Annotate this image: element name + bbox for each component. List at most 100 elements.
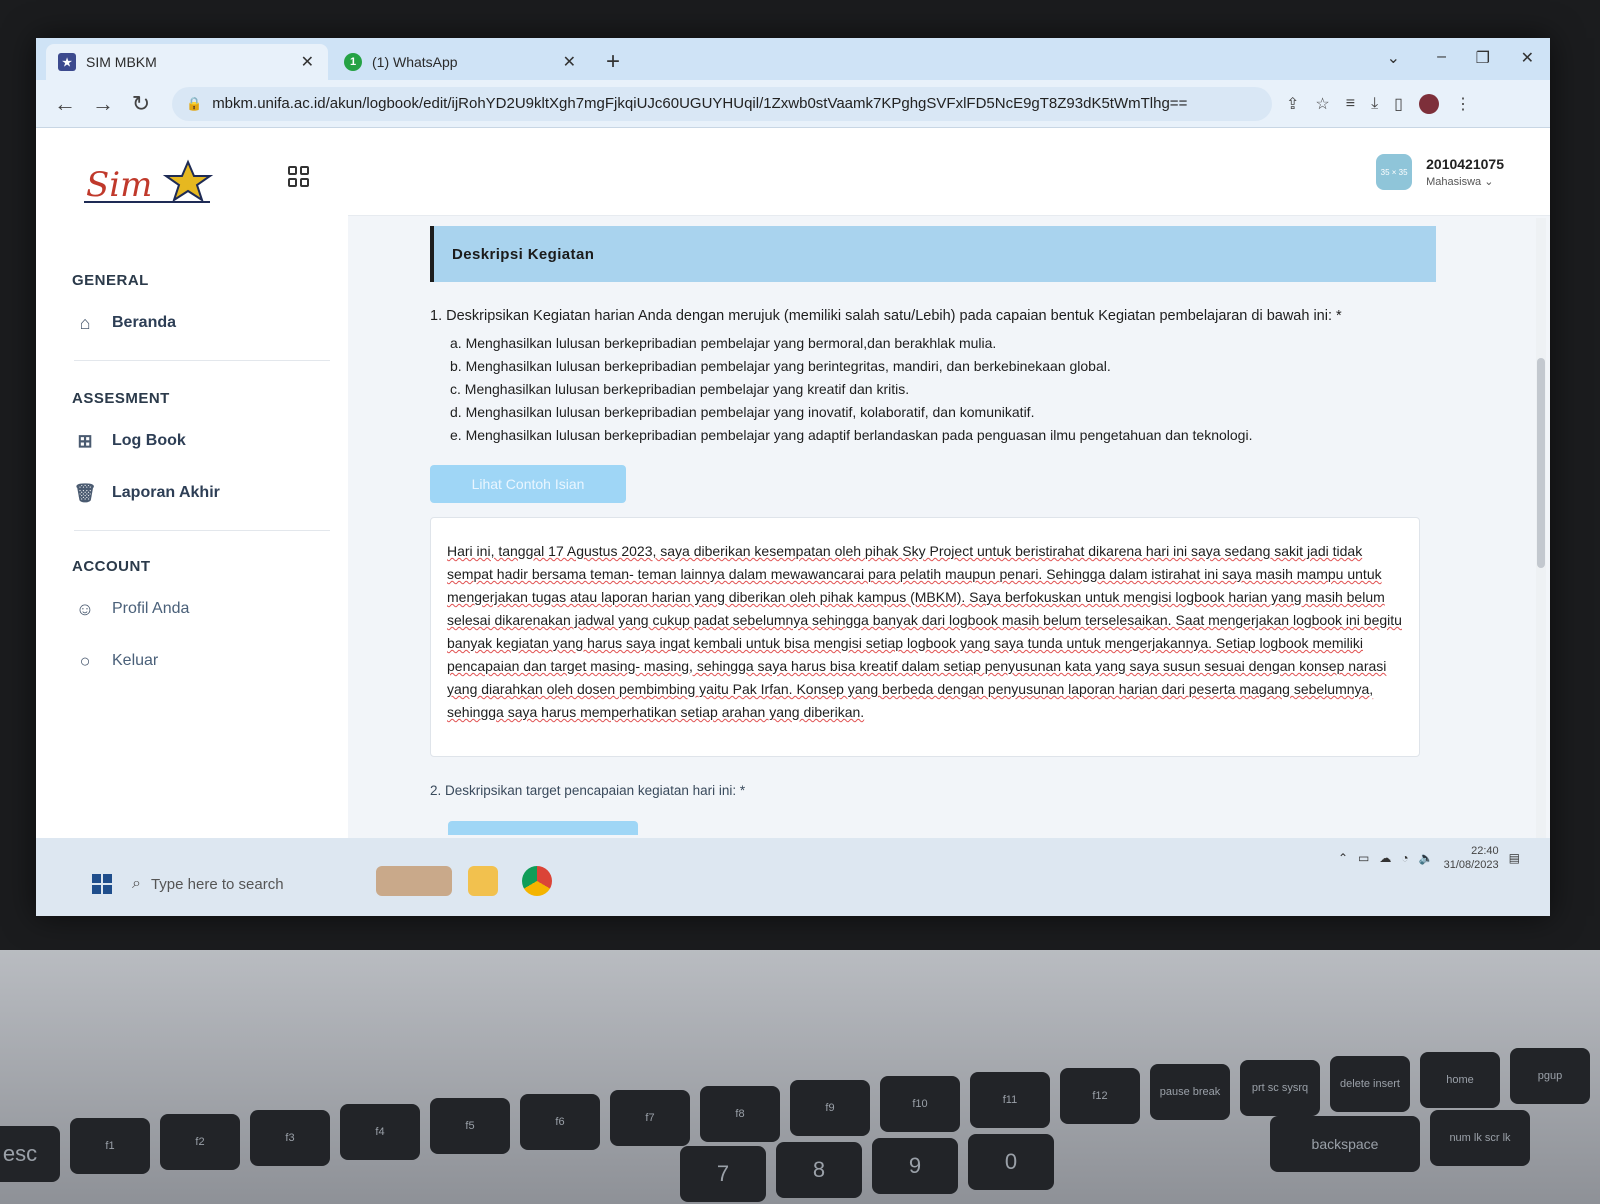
wifi-icon[interactable]: ◔	[1401, 851, 1408, 865]
option-item: d. Menghasilkan lulusan berkepribadian p…	[450, 404, 1035, 420]
keyboard-key: 7	[680, 1146, 766, 1202]
sim-favicon-icon: ★	[58, 53, 76, 71]
sidebar: Sim GENERAL ⌂ Beranda ASSESMENT ⊞ Log Bo…	[36, 128, 348, 838]
option-list: a. Menghasilkan lulusan berkepribadian p…	[430, 332, 1436, 447]
tab-whatsapp[interactable]: 1 (1) WhatsApp ✕	[332, 44, 590, 80]
laptop-screen: ★ SIM MBKM ✕ 1 (1) WhatsApp ✕ + ⌄ – ❐ ✕ …	[36, 38, 1550, 916]
window-close-icon[interactable]: ✕	[1521, 48, 1534, 68]
star-icon[interactable]: ☆	[1315, 94, 1329, 114]
address-bar[interactable]: 🔒 mbkm.unifa.ac.id/akun/logbook/edit/ijR…	[172, 86, 1272, 121]
back-arrow-icon[interactable]: ←	[46, 91, 84, 117]
section-general: GENERAL	[72, 272, 149, 289]
sidebar-item-beranda[interactable]: ⌂ Beranda	[74, 312, 176, 334]
option-item: e. Menghasilkan lulusan berkepribadian p…	[450, 427, 1253, 443]
apps-grid-icon[interactable]	[288, 166, 310, 188]
system-tray: ⌃ ▭ ☁ ◔ 🔈 22:40 31/08/2023 ▤	[1338, 844, 1520, 872]
example-button-2[interactable]	[448, 821, 638, 835]
keyboard-key: 0	[968, 1134, 1054, 1190]
file-explorer-icon[interactable]	[468, 866, 498, 896]
logout-icon: ○	[79, 650, 91, 671]
sidebar-item-logbook[interactable]: ⊞ Log Book	[74, 430, 186, 452]
divider	[74, 360, 330, 361]
keyboard-key: pause break	[1150, 1064, 1230, 1120]
question-1: 1. Deskripsikan Kegiatan harian Anda den…	[430, 308, 1342, 324]
keyboard-key: f6	[520, 1094, 600, 1150]
example-button[interactable]: Lihat Contoh Isian	[430, 465, 626, 503]
browser-tab-strip: ★ SIM MBKM ✕ 1 (1) WhatsApp ✕ + ⌄ – ❐ ✕	[36, 38, 1550, 80]
download-icon[interactable]: ⤓	[1371, 95, 1378, 113]
restore-icon[interactable]: ❐	[1476, 48, 1490, 68]
share-icon[interactable]: ⇪	[1286, 94, 1299, 114]
keyboard-key: f5	[430, 1098, 510, 1154]
keyboard-key: f11	[970, 1072, 1050, 1128]
new-tab-button[interactable]: +	[606, 48, 620, 76]
reload-icon[interactable]: ↻	[122, 91, 160, 117]
section-account: ACCOUNT	[72, 558, 151, 575]
keyboard-key: delete insert	[1330, 1056, 1410, 1112]
section-assesment: ASSESMENT	[72, 390, 170, 407]
side-panel-icon[interactable]: ▯	[1394, 94, 1403, 114]
sidebar-item-label: Profil Anda	[112, 600, 190, 617]
media-queue-icon[interactable]: ≡	[1346, 95, 1355, 113]
keyboard-key: 9	[872, 1138, 958, 1194]
search-icon: ⌕	[132, 875, 141, 892]
clock-time: 22:40	[1471, 845, 1499, 857]
keyboard-key: f1	[70, 1118, 150, 1174]
tab-sim-mbkm[interactable]: ★ SIM MBKM ✕	[46, 44, 328, 80]
clock-date: 31/08/2023	[1443, 859, 1499, 871]
option-item: a. Menghasilkan lulusan berkepribadian p…	[450, 335, 997, 351]
answer-textarea[interactable]: Hari ini, tanggal 17 Agustus 2023, saya …	[430, 517, 1420, 757]
sidebar-item-label: Laporan Akhir	[112, 484, 220, 501]
card-title: Deskripsi Kegiatan	[430, 226, 1436, 282]
keyboard-key: pgup	[1510, 1048, 1590, 1104]
keyboard-key: f8	[700, 1086, 780, 1142]
taskbar-search[interactable]: ⌕ Type here to search	[132, 864, 362, 904]
keyboard-key: f9	[790, 1080, 870, 1136]
option-item: b. Menghasilkan lulusan berkepribadian p…	[450, 358, 1111, 374]
battery-icon[interactable]: ▭	[1358, 851, 1369, 865]
logbook-icon: ⊞	[77, 430, 93, 451]
sidebar-item-laporan-akhir[interactable]: 🗑 Laporan Akhir	[74, 482, 220, 504]
windows-taskbar: ⌕ Type here to search ⌃ ▭ ☁ ◔ 🔈 22:40 31…	[36, 838, 1550, 916]
notification-icon[interactable]: ▤	[1509, 851, 1520, 865]
svg-text:Sim: Sim	[86, 165, 152, 205]
forward-arrow-icon[interactable]: →	[84, 91, 122, 117]
tab-title: SIM MBKM	[86, 54, 157, 70]
url-text: mbkm.unifa.ac.id/akun/logbook/edit/ijRoh…	[212, 95, 1188, 112]
keyboard-key: num lk scr lk	[1430, 1110, 1530, 1166]
clock[interactable]: 22:40 31/08/2023	[1444, 844, 1499, 872]
close-icon[interactable]: ✕	[299, 52, 316, 72]
keyboard-key: 8	[776, 1142, 862, 1198]
onedrive-icon[interactable]: ☁	[1379, 851, 1391, 865]
lock-icon: 🔒	[186, 95, 203, 111]
answer-text: Hari ini, tanggal 17 Agustus 2023, saya …	[447, 543, 1402, 720]
keyboard-key: f2	[160, 1114, 240, 1170]
user-menu[interactable]: 35 × 35 2010421075 Mahasiswa ⌄	[1376, 154, 1504, 190]
kebab-menu-icon[interactable]: ⋮	[1455, 94, 1471, 114]
user-role: Mahasiswa ⌄	[1426, 176, 1494, 188]
laptop-base: esc f1 f2 f3 f4 f5 f6 f7 f8 f9 f10 f11 f…	[0, 950, 1600, 1204]
close-icon[interactable]: ✕	[561, 52, 578, 72]
sidebar-item-profil[interactable]: ☺ Profil Anda	[74, 598, 190, 620]
sidebar-item-keluar[interactable]: ○ Keluar	[74, 650, 159, 672]
scrollbar-thumb[interactable]	[1537, 358, 1545, 568]
tab-title: (1) WhatsApp	[372, 54, 458, 70]
chrome-icon[interactable]	[522, 866, 552, 896]
keyboard-key: f7	[610, 1090, 690, 1146]
home-icon: ⌂	[79, 312, 91, 333]
page-header: 35 × 35 2010421075 Mahasiswa ⌄	[348, 128, 1550, 216]
volume-icon[interactable]: 🔈	[1419, 851, 1434, 865]
windows-start-icon[interactable]	[92, 874, 112, 894]
question-2: 2. Deskripsikan target pencapaian kegiat…	[430, 783, 746, 798]
sidebar-item-label: Log Book	[112, 432, 186, 449]
profile-avatar-icon[interactable]	[1418, 93, 1439, 114]
keyboard-key: f10	[880, 1076, 960, 1132]
search-highlight-icon[interactable]	[376, 866, 452, 896]
minimize-icon[interactable]: –	[1437, 48, 1446, 66]
chevron-up-icon[interactable]: ⌃	[1338, 851, 1348, 865]
option-item: c. Menghasilkan lulusan berkepribadian p…	[450, 381, 910, 397]
chevron-down-icon[interactable]: ⌄	[1387, 48, 1400, 68]
keyboard-key: f4	[340, 1104, 420, 1160]
page-scrollbar[interactable]	[1536, 218, 1546, 916]
sim-mbkm-logo[interactable]: Sim	[80, 158, 220, 208]
